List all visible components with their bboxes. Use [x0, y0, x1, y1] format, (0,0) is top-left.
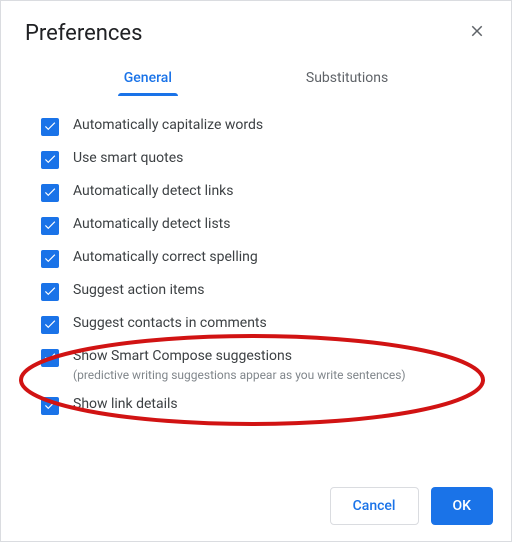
checkbox-correct-spelling[interactable] [41, 250, 59, 268]
close-button[interactable] [465, 22, 489, 46]
checkbox-auto-capitalize[interactable] [41, 118, 59, 136]
options-list: Automatically capitalize words Use smart… [1, 96, 511, 422]
option-auto-capitalize: Automatically capitalize words [41, 110, 487, 143]
option-label: Suggest action items [73, 282, 204, 298]
option-smart-quotes: Use smart quotes [41, 143, 487, 176]
dialog-footer: Cancel OK [330, 487, 493, 525]
option-label: Suggest contacts in comments [73, 315, 267, 331]
check-icon [43, 350, 57, 367]
checkbox-detect-lists[interactable] [41, 217, 59, 235]
option-subtext: (predictive writing suggestions appear a… [73, 368, 406, 382]
option-show-link-details: Show link details [41, 389, 487, 422]
tab-general[interactable]: General [122, 62, 174, 96]
option-correct-spelling: Automatically correct spelling [41, 242, 487, 275]
check-icon [43, 251, 57, 268]
checkbox-smart-compose[interactable] [41, 349, 59, 367]
tabs: General Substitutions [1, 56, 511, 96]
option-smart-compose: Show Smart Compose suggestions (predicti… [41, 341, 487, 389]
cancel-button[interactable]: Cancel [330, 487, 419, 525]
option-detect-lists: Automatically detect lists [41, 209, 487, 242]
option-label: Automatically detect links [73, 183, 234, 199]
check-icon [43, 119, 57, 136]
check-icon [43, 317, 57, 334]
checkbox-suggest-contacts[interactable] [41, 316, 59, 334]
tab-substitutions[interactable]: Substitutions [304, 62, 390, 96]
check-icon [43, 218, 57, 235]
ok-button[interactable]: OK [431, 487, 494, 525]
check-icon [43, 185, 57, 202]
option-label: Automatically correct spelling [73, 249, 258, 265]
dialog-header: Preferences [1, 1, 511, 56]
option-suggest-action-items: Suggest action items [41, 275, 487, 308]
preferences-dialog: Preferences General Substitutions Automa… [0, 0, 512, 542]
close-icon [468, 22, 486, 45]
option-label: Use smart quotes [73, 150, 183, 166]
checkbox-show-link-details[interactable] [41, 397, 59, 415]
checkbox-suggest-action-items[interactable] [41, 283, 59, 301]
dialog-title: Preferences [25, 21, 142, 46]
checkbox-smart-quotes[interactable] [41, 151, 59, 169]
option-label: Show link details [73, 396, 178, 412]
check-icon [43, 398, 57, 415]
option-detect-links: Automatically detect links [41, 176, 487, 209]
option-label: Show Smart Compose suggestions [73, 348, 406, 364]
option-label: Automatically capitalize words [73, 117, 263, 133]
option-suggest-contacts: Suggest contacts in comments [41, 308, 487, 341]
check-icon [43, 284, 57, 301]
checkbox-detect-links[interactable] [41, 184, 59, 202]
check-icon [43, 152, 57, 169]
option-label: Automatically detect lists [73, 216, 230, 232]
